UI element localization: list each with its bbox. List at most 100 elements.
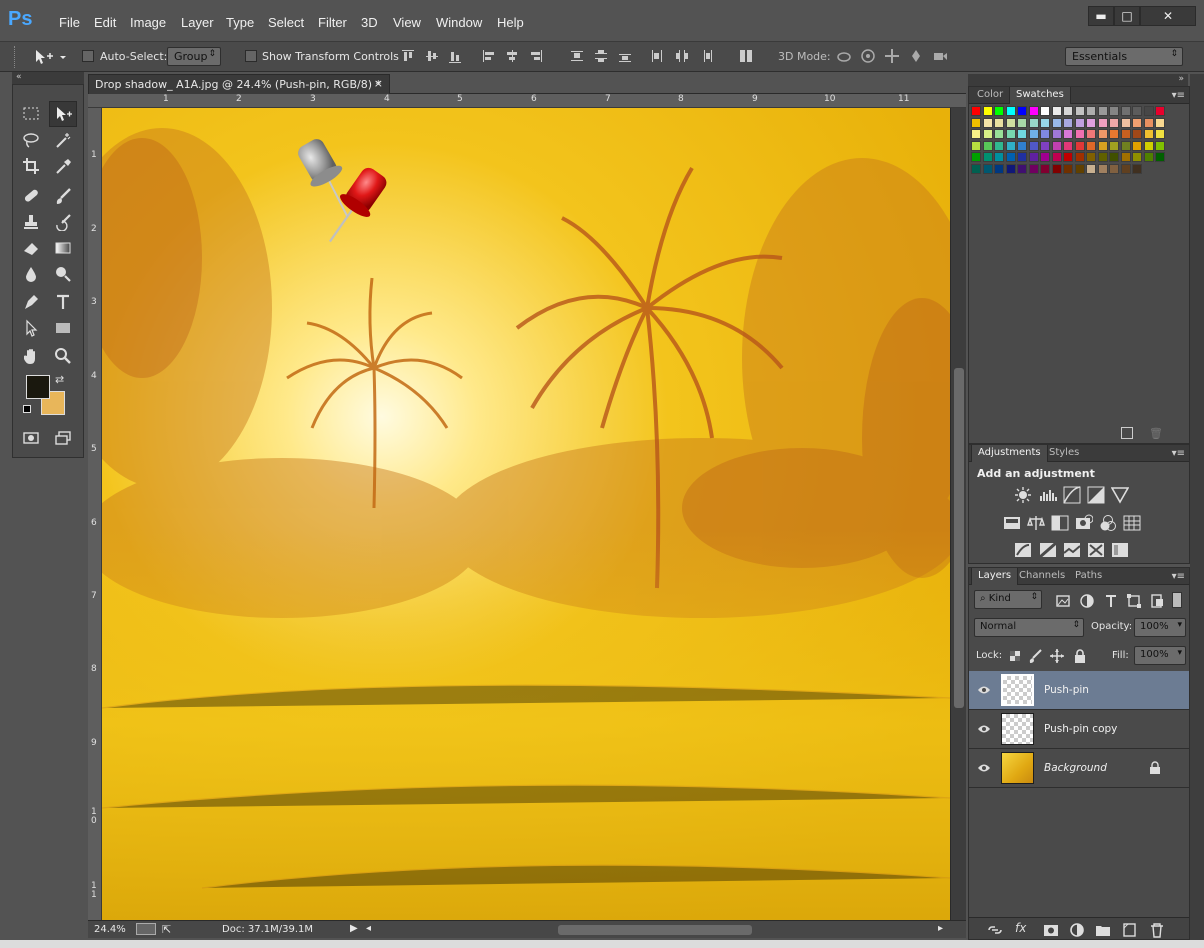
tab-styles[interactable]: Styles (1043, 445, 1085, 462)
color-swatch[interactable] (982, 152, 993, 162)
color-swatch[interactable] (982, 163, 993, 174)
align-vcenter-icon[interactable] (424, 48, 440, 64)
gradient-map-icon[interactable] (1087, 541, 1105, 559)
color-swatch[interactable] (1040, 129, 1050, 139)
color-swatch[interactable] (1051, 129, 1062, 139)
color-swatch[interactable] (1051, 106, 1062, 116)
align-right-icon[interactable] (527, 48, 543, 64)
healing-brush-tool[interactable] (17, 183, 45, 209)
zoom-tool[interactable] (49, 343, 77, 369)
3d-scale-icon[interactable] (932, 48, 948, 64)
color-swatch[interactable] (1063, 106, 1073, 116)
scroll-thumb[interactable] (954, 368, 964, 708)
blur-tool[interactable] (17, 261, 45, 287)
menu-edit[interactable]: Edit (94, 15, 116, 30)
distribute-bottom-icon[interactable] (617, 48, 633, 64)
color-swatch[interactable] (1063, 163, 1073, 174)
distribute-top-icon[interactable] (569, 48, 585, 64)
color-swatch[interactable] (1028, 106, 1039, 116)
color-swatch[interactable] (1155, 106, 1165, 116)
fill-input[interactable]: 100% ▾ (1134, 646, 1186, 665)
visibility-eye-icon[interactable] (977, 762, 991, 774)
color-swatch[interactable] (1028, 129, 1039, 139)
color-swatch[interactable] (1132, 106, 1142, 116)
color-swatch[interactable] (1086, 140, 1096, 151)
color-swatch[interactable] (1028, 140, 1039, 151)
auto-align-icon[interactable] (738, 48, 754, 64)
menu-file[interactable]: File (59, 15, 80, 30)
color-swatch[interactable] (1109, 152, 1119, 162)
color-swatch[interactable] (1120, 163, 1131, 174)
color-swatch[interactable] (1132, 129, 1142, 139)
color-swatch[interactable] (1040, 163, 1050, 174)
move-tool-preset[interactable] (32, 47, 68, 67)
align-top-icon[interactable] (400, 48, 416, 64)
color-swatch[interactable] (1143, 129, 1154, 139)
fx-icon[interactable]: fx (1015, 921, 1031, 937)
eraser-tool[interactable] (17, 235, 45, 261)
color-swatch[interactable] (971, 163, 981, 174)
panel-dock-header[interactable]: » (968, 74, 1188, 86)
menu-filter[interactable]: Filter (318, 15, 347, 30)
color-swatch[interactable] (1063, 129, 1073, 139)
brush-tool[interactable] (49, 183, 77, 209)
color-swatch[interactable] (1086, 106, 1096, 116)
color-swatch[interactable] (1051, 117, 1062, 128)
curves-icon[interactable] (1063, 486, 1081, 504)
color-swatch[interactable] (1097, 163, 1108, 174)
color-swatch[interactable] (1086, 129, 1096, 139)
document-tab[interactable]: Drop shadow_ A1A.jpg @ 24.4% (Push-pin, … (88, 74, 390, 94)
tab-swatches[interactable]: Swatches (1009, 87, 1071, 104)
layer-filter-kind[interactable]: ⌕ Kind ⇕ (974, 590, 1042, 609)
color-swatch[interactable] (1063, 117, 1073, 128)
color-swatch[interactable] (1074, 140, 1085, 151)
color-swatch[interactable] (1040, 117, 1050, 128)
swap-colors-icon[interactable]: ⇄ (55, 373, 64, 386)
color-swatch[interactable] (1005, 140, 1016, 151)
color-swatch[interactable] (1005, 152, 1016, 162)
eyedropper-tool[interactable] (49, 153, 77, 179)
color-swatch[interactable] (1109, 129, 1119, 139)
tab-color[interactable]: Color (971, 87, 1009, 104)
color-swatch[interactable] (1028, 163, 1039, 174)
color-swatch[interactable] (1005, 117, 1016, 128)
color-swatch[interactable] (1063, 140, 1073, 151)
color-swatch[interactable] (971, 140, 981, 151)
minimize-button[interactable]: ▬ (1088, 6, 1114, 26)
auto-select-dropdown[interactable]: Group ⇕ (167, 47, 221, 66)
tools-panel-header[interactable]: « (12, 72, 84, 84)
color-swatch[interactable] (1005, 106, 1016, 116)
scroll-left-icon[interactable]: ◂ (366, 923, 371, 934)
trash-icon[interactable] (1149, 922, 1165, 938)
color-swatch[interactable] (1017, 117, 1027, 128)
clone-stamp-tool[interactable] (17, 209, 45, 235)
filter-pixel-icon[interactable] (1055, 593, 1071, 609)
color-swatch[interactable] (1120, 117, 1131, 128)
menu-layer[interactable]: Layer (181, 15, 214, 30)
distribute-left-icon[interactable] (649, 48, 665, 64)
color-swatch[interactable] (971, 106, 981, 116)
threshold-icon[interactable] (1063, 541, 1081, 559)
color-swatch[interactable] (1132, 140, 1142, 151)
color-swatch[interactable] (1097, 117, 1108, 128)
pen-tool[interactable] (17, 289, 45, 315)
color-swatch[interactable] (1143, 106, 1154, 116)
color-swatch[interactable] (1074, 129, 1085, 139)
layer-row-push-pin[interactable]: Push-pin (969, 671, 1189, 710)
color-swatch[interactable] (1005, 129, 1016, 139)
color-swatch[interactable] (1143, 152, 1154, 162)
invert-icon[interactable] (1014, 541, 1032, 559)
show-transform-checkbox[interactable] (245, 50, 257, 62)
color-swatch[interactable] (1097, 129, 1108, 139)
3d-rotate-icon[interactable] (836, 48, 852, 64)
default-colors-icon[interactable] (23, 405, 31, 413)
opacity-input[interactable]: 100% ▾ (1134, 618, 1186, 637)
add-mask-icon[interactable] (1043, 922, 1059, 938)
menu-3d[interactable]: 3D (361, 15, 378, 30)
levels-icon[interactable] (1039, 486, 1057, 504)
color-swatch[interactable] (1097, 106, 1108, 116)
align-left-icon[interactable] (481, 48, 497, 64)
color-swatch[interactable] (1017, 152, 1027, 162)
3d-slide-icon[interactable] (908, 48, 924, 64)
selective-color-icon[interactable] (1111, 541, 1129, 559)
